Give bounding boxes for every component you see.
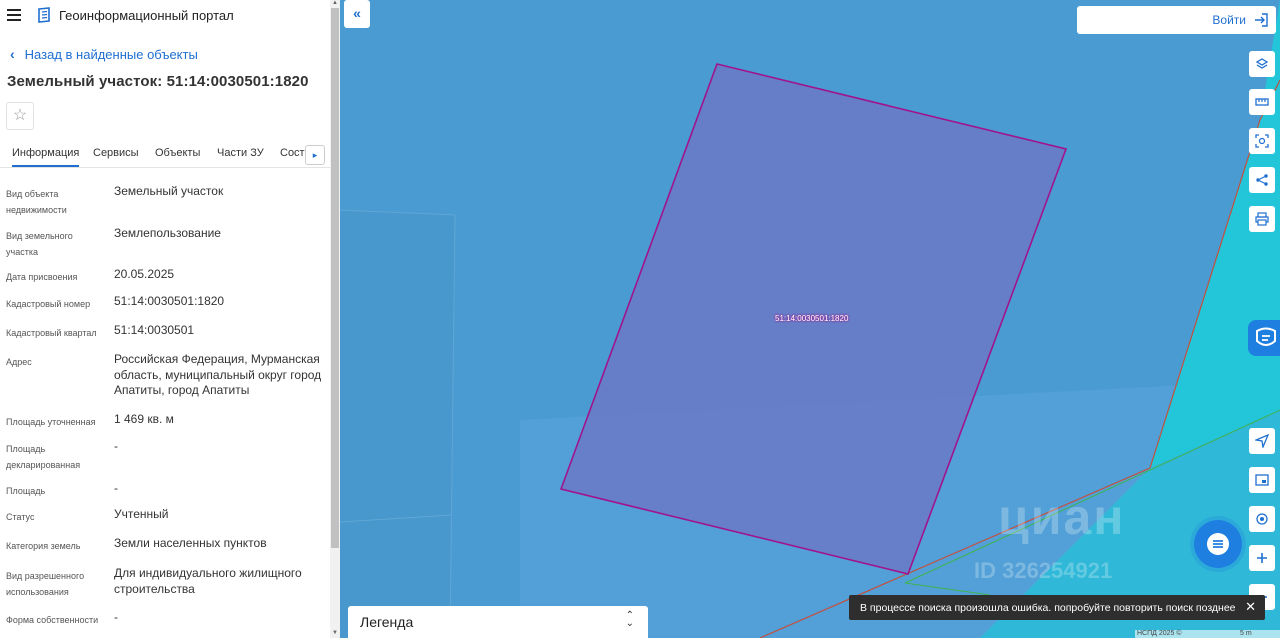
chevron-updown-icon: ⌃ ⌄ <box>625 610 634 629</box>
property-value: Российская Федерация, Мурманская область… <box>114 352 322 397</box>
portal-logo-icon <box>38 7 50 23</box>
map-attribution: НСПД 2025 © 5 m <box>1135 630 1280 638</box>
property-value: - <box>114 439 118 453</box>
locate-button[interactable] <box>1249 428 1275 454</box>
geolocation-icon <box>1256 513 1268 525</box>
select-area-button[interactable] <box>1249 128 1275 154</box>
chevron-left-icon: ‹ <box>10 46 15 62</box>
ruler-icon <box>1255 98 1269 106</box>
tab-services[interactable]: Сервисы <box>93 147 139 159</box>
property-value: Для индивидуального жилищного строительс… <box>114 566 302 596</box>
tab-parts[interactable]: Части ЗУ <box>217 147 264 159</box>
hamburger-icon[interactable] <box>7 9 21 21</box>
scroll-up-icon[interactable]: ▲ <box>332 0 338 6</box>
legend-label: Легенда <box>360 614 414 630</box>
print-icon <box>1255 212 1269 226</box>
tabs-scroll-right-icon[interactable]: ▸ <box>305 145 325 165</box>
scrollbar-thumb[interactable] <box>331 8 339 548</box>
property-key: Форма собственности <box>6 615 99 625</box>
geolocation-button[interactable] <box>1249 506 1275 532</box>
watermark-brand: циан <box>998 489 1126 545</box>
tab-information[interactable]: Информация <box>12 147 80 167</box>
attribution-text: НСПД 2025 © <box>1137 630 1182 637</box>
scale-label: 5 m <box>1240 630 1252 637</box>
layers-button[interactable] <box>1249 51 1275 77</box>
back-link-label: Назад в найденные объекты <box>24 46 198 62</box>
login-label: Войти <box>1212 13 1246 27</box>
property-key: Статус <box>6 512 35 522</box>
watermark-id: ID 326254921 <box>974 558 1113 583</box>
property-value: 20.05.2025 <box>114 267 175 281</box>
property-value: Землепользование <box>114 226 221 240</box>
login-icon <box>1255 13 1268 27</box>
info-panel: Геоинформационный портал ‹ Назад в найде… <box>0 0 340 638</box>
property-key: Вид разрешенного использования <box>6 571 85 597</box>
property-value: - <box>114 610 118 624</box>
property-value: Земли населенных пунктов <box>114 536 267 550</box>
portal-title: Геоинформационный портал <box>59 8 234 23</box>
property-value: 51:14:0030501:1820 <box>114 294 225 308</box>
back-to-results-link[interactable]: ‹ Назад в найденные объекты <box>10 46 198 62</box>
property-key: Кадастровый квартал <box>6 328 97 338</box>
minimap-icon <box>1255 474 1269 486</box>
scroll-down-icon[interactable]: ▼ <box>332 630 338 636</box>
property-key: Площадь <box>6 486 46 496</box>
ruler-button[interactable] <box>1249 89 1275 115</box>
zoom-in-icon <box>1257 553 1267 563</box>
assistant-icon <box>1256 327 1276 346</box>
collapse-panel-button[interactable]: « <box>344 0 370 28</box>
property-value: Земельный участок <box>114 184 224 198</box>
print-button[interactable] <box>1249 206 1275 232</box>
tab-bar: Информация Сервисы Объекты Части ЗУ Сост… <box>0 140 330 168</box>
zoom-in-button[interactable] <box>1249 545 1275 571</box>
select-area-icon <box>1255 134 1269 148</box>
property-value: 1 469 кв. м <box>114 412 174 426</box>
close-icon[interactable]: ✕ <box>1245 599 1256 615</box>
error-toast: В процессе поиска произошла ошибка. попр… <box>849 595 1265 620</box>
object-title: Земельный участок: 51:14:0030501:1820 <box>7 73 309 90</box>
assistant-badge[interactable] <box>1248 320 1280 356</box>
property-key: Вид земельного участка <box>6 231 73 257</box>
legend-dropdown[interactable]: Легенда ⌃ ⌄ <box>348 606 648 638</box>
property-key: Кадастровый номер <box>6 299 91 309</box>
property-key: Дата присвоения <box>6 272 78 282</box>
layers-icon <box>1255 58 1269 69</box>
toast-message: В процессе поиска произошла ошибка. попр… <box>860 602 1236 614</box>
property-value: Учтенный <box>114 507 169 521</box>
chat-button[interactable] <box>1194 520 1242 568</box>
property-value: - <box>114 481 118 495</box>
property-key: Категория земель <box>6 541 81 551</box>
share-button[interactable] <box>1249 167 1275 193</box>
login-button[interactable]: Войти <box>1077 6 1276 34</box>
parcel-label: 51:14:0030501:1820 <box>775 314 849 323</box>
panel-scrollbar[interactable]: ▲ ▼ <box>330 0 340 638</box>
property-key: Адрес <box>6 357 32 367</box>
property-key: Площадь уточненная <box>6 417 96 427</box>
tab-objects[interactable]: Объекты <box>155 147 200 159</box>
property-value: 51:14:0030501 <box>114 323 195 337</box>
locate-icon <box>1255 434 1269 448</box>
chat-icon <box>1207 533 1229 555</box>
property-key: Площадь декларированная <box>6 444 81 470</box>
share-icon <box>1256 174 1268 186</box>
star-icon[interactable]: ☆ <box>6 102 34 130</box>
property-key: Вид объекта недвижимости <box>6 189 67 215</box>
minimap-button[interactable] <box>1249 467 1275 493</box>
